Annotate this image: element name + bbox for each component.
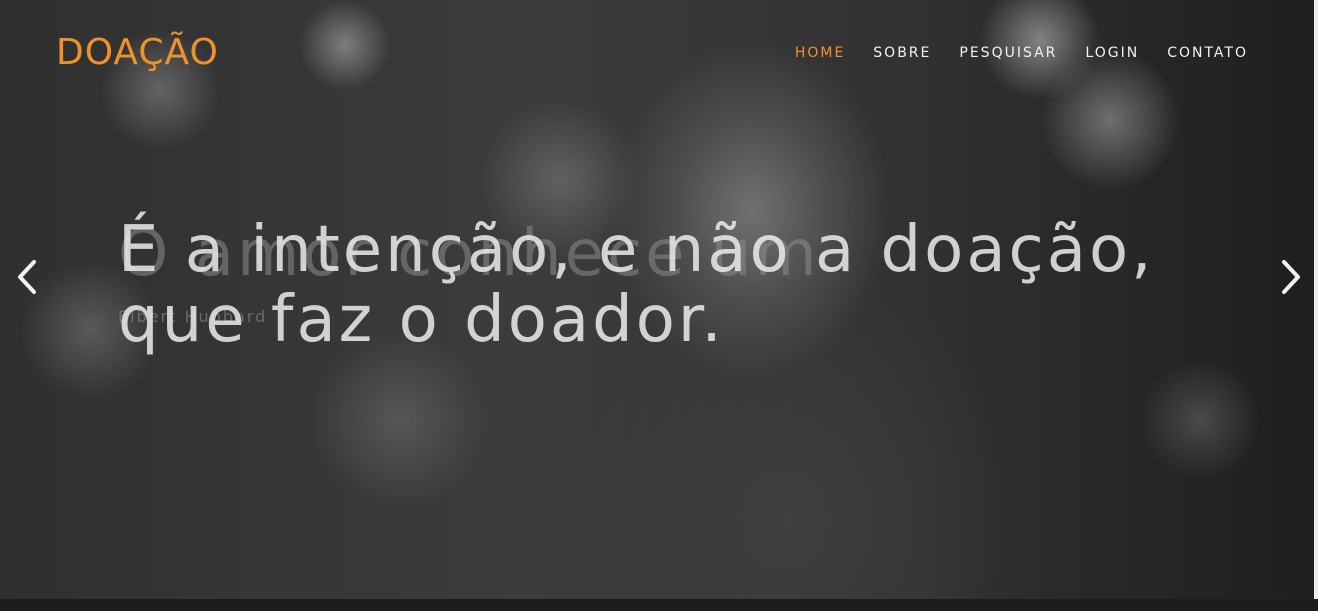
nav-item-sobre[interactable]: SOBRE xyxy=(873,44,931,62)
slide-quote-line1: É a intenção, e não a doação, xyxy=(118,213,1155,287)
carousel-prev-button[interactable] xyxy=(8,255,48,299)
navbar: DOAÇÃO HOME SOBRE PESQUISAR LOGIN CONTAT… xyxy=(0,0,1318,105)
brand-logo[interactable]: DOAÇÃO xyxy=(56,32,219,74)
slide-quote-line2: que faz o doador. xyxy=(118,283,725,357)
slide-quote: É a intenção, e não a doação, que faz o … xyxy=(118,215,1218,355)
nav-item-contato[interactable]: CONTATO xyxy=(1167,44,1248,62)
nav-item-login[interactable]: LOGIN xyxy=(1085,44,1139,62)
page-bottom-strip xyxy=(0,599,1318,611)
carousel-next-button[interactable] xyxy=(1270,255,1310,299)
chevron-left-icon xyxy=(18,260,36,294)
chevron-right-icon xyxy=(1282,260,1300,294)
main-nav: HOME SOBRE PESQUISAR LOGIN CONTATO xyxy=(767,44,1248,62)
nav-item-pesquisar[interactable]: PESQUISAR xyxy=(959,44,1057,62)
nav-item-home[interactable]: HOME xyxy=(795,44,845,62)
